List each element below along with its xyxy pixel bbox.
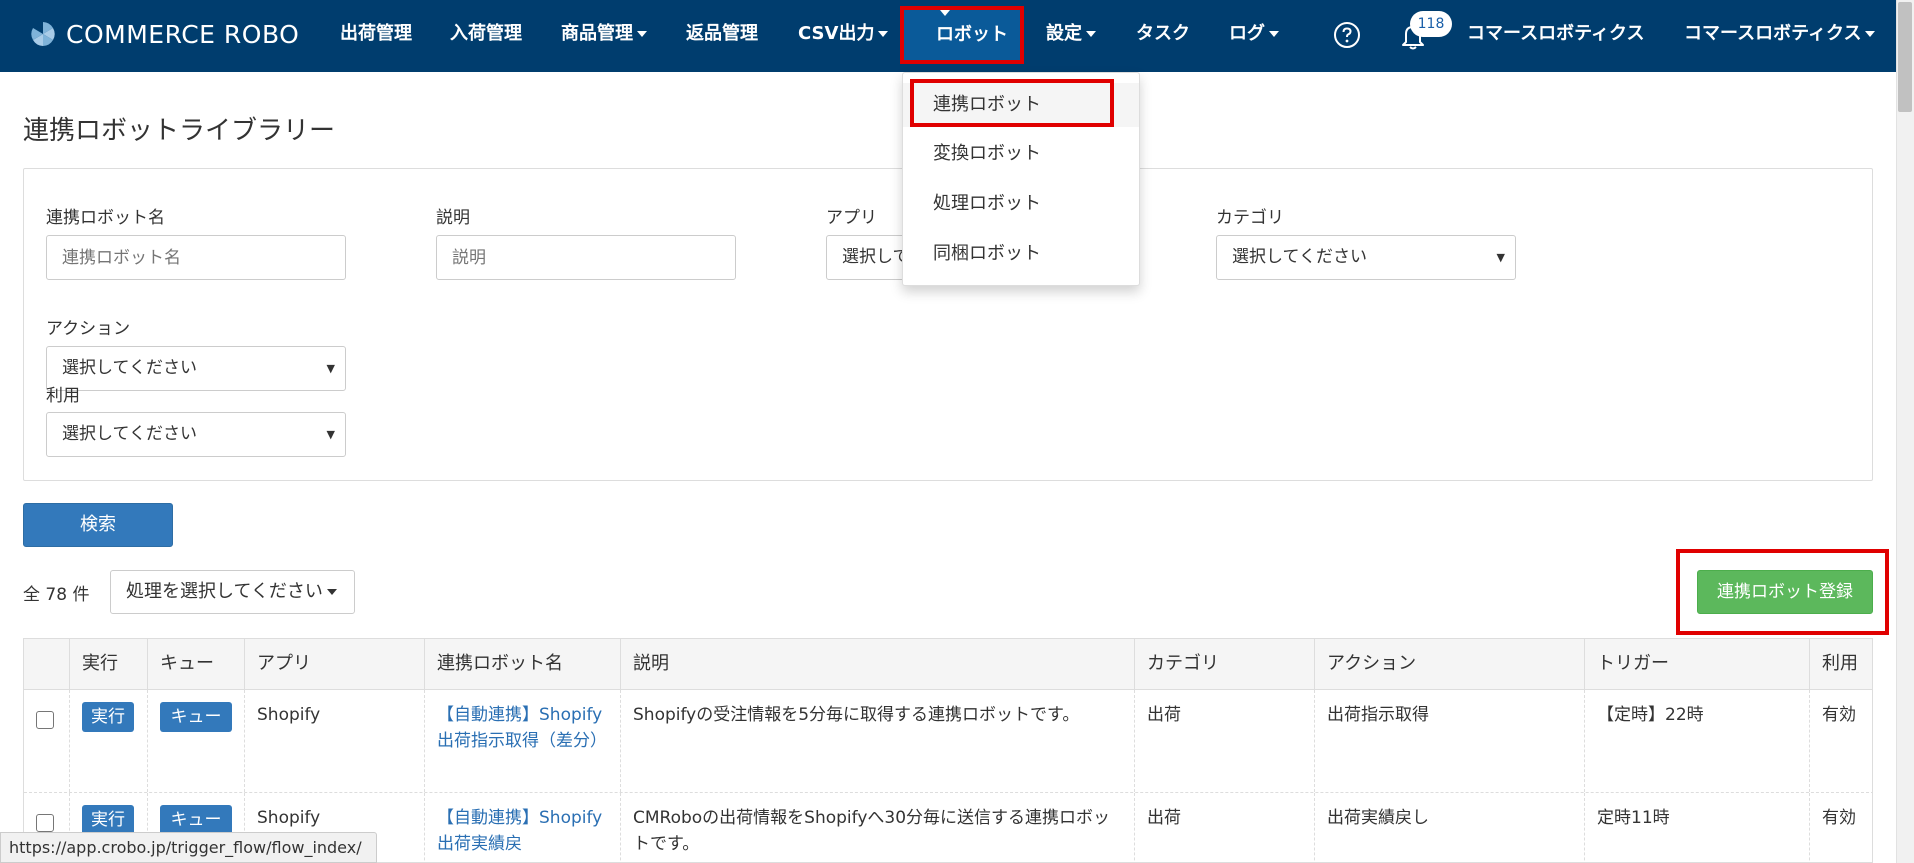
chevron-down-icon — [326, 589, 337, 595]
category-select[interactable]: 選択してください ▼ — [1216, 235, 1516, 280]
logo-text: COMMERCE ROBO — [66, 19, 300, 49]
filter-action-label: アクション — [46, 319, 131, 339]
robot-name-input[interactable] — [46, 235, 346, 280]
header-trigger: トリガー — [1584, 639, 1809, 690]
cell-usage: 有効 — [1809, 690, 1872, 792]
robot-name-link[interactable]: 【自動連携】Shopify 出荷指示取得（差分） — [437, 705, 607, 751]
logo[interactable]: COMMERCE ROBO — [28, 14, 299, 54]
chevron-down-icon — [1269, 31, 1279, 37]
notification-badge[interactable]: 118 — [1410, 11, 1452, 37]
row-checkbox[interactable] — [36, 814, 54, 832]
filter-category-label: カテゴリ — [1216, 208, 1284, 228]
chevron-down-icon — [1865, 31, 1876, 37]
page-title: 連携ロボットライブラリー — [23, 116, 336, 146]
highlight-outline — [910, 79, 1114, 127]
cell-category: 出荷 — [1134, 690, 1314, 792]
scrollbar-thumb[interactable] — [1898, 2, 1912, 112]
select-arrow-icon: ▼ — [1496, 251, 1505, 264]
usage-select[interactable]: 選択してください ▼ — [46, 412, 346, 457]
menu-item-bundle-robot[interactable]: 同梱ロボット — [903, 232, 1139, 276]
run-button[interactable]: 実行 — [82, 805, 134, 835]
top-navbar: COMMERCE ROBO 出荷管理 入荷管理 商品管理 返品管理 CSV出力 … — [0, 0, 1896, 72]
cell-category: 出荷 — [1134, 793, 1314, 862]
nav-item-logs[interactable]: ログ — [1229, 0, 1279, 72]
filter-description-label: 説明 — [436, 208, 470, 228]
nav-item-tasks[interactable]: タスク — [1136, 0, 1190, 72]
queue-button[interactable]: キュー — [160, 805, 232, 835]
cell-action: 出荷実績戻し — [1314, 793, 1584, 862]
run-button[interactable]: 実行 — [82, 702, 134, 732]
header-app: アプリ — [244, 639, 424, 690]
cell-trigger: 定時11時 — [1584, 793, 1809, 862]
cell-usage: 有効 — [1809, 793, 1872, 862]
result-count: 全 78 件 — [23, 585, 90, 605]
table-header: 実行 キュー アプリ 連携ロボット名 説明 カテゴリ アクション トリガー 利用 — [24, 639, 1872, 690]
robot-name-link[interactable]: 【自動連携】Shopify 出荷実績戻 — [437, 808, 602, 854]
header-category: カテゴリ — [1134, 639, 1314, 690]
menu-item-conversion-robot[interactable]: 変換ロボット — [903, 132, 1139, 176]
header-exec: 実行 — [69, 639, 147, 690]
search-button[interactable]: 検索 — [23, 503, 173, 547]
header-robot-name: 連携ロボット名 — [424, 639, 620, 690]
page-scrollbar[interactable] — [1896, 0, 1914, 863]
status-url: https://app.crobo.jp/trigger_flow/flow_i… — [0, 832, 377, 863]
logo-pinwheel-icon — [31, 22, 55, 46]
cell-app: Shopify — [244, 690, 424, 792]
nav-item-products[interactable]: 商品管理 — [561, 0, 647, 72]
filter-name-label: 連携ロボット名 — [46, 208, 165, 228]
description-input[interactable] — [436, 235, 736, 280]
bulk-action-select[interactable]: 処理を選択してください — [110, 570, 355, 614]
queue-button[interactable]: キュー — [160, 702, 232, 732]
nav-item-robot[interactable]: ロボット — [900, 6, 1024, 64]
nav-item-returns[interactable]: 返品管理 — [686, 0, 758, 72]
chevron-down-icon — [940, 10, 950, 16]
company-name[interactable]: コマースロボティクス — [1467, 0, 1644, 72]
chevron-down-icon — [878, 31, 889, 37]
select-arrow-icon: ▼ — [326, 362, 335, 375]
header-description: 説明 — [620, 639, 1134, 690]
cell-action: 出荷指示取得 — [1314, 690, 1584, 792]
cell-description: Shopifyの受注情報を5分毎に取得する連携ロボットです。 — [620, 690, 1134, 792]
table-row: 実行 キュー Shopify 【自動連携】Shopify 出荷指示取得（差分） … — [24, 690, 1872, 793]
header-usage: 利用 — [1809, 639, 1872, 690]
filter-usage-label: 利用 — [46, 386, 80, 406]
menu-item-processing-robot[interactable]: 処理ロボット — [903, 182, 1139, 226]
cell-description: CMRoboの出荷情報をShopifyへ30分毎に送信する連携ロボットです。 — [620, 793, 1134, 862]
nav-item-shipping[interactable]: 出荷管理 — [340, 0, 412, 72]
cell-trigger: 【定時】22時 — [1584, 690, 1809, 792]
header-select — [24, 639, 69, 690]
chevron-down-icon — [1086, 31, 1096, 37]
help-icon[interactable] — [1333, 21, 1361, 49]
row-checkbox[interactable] — [36, 711, 54, 729]
header-queue: キュー — [147, 639, 244, 690]
chevron-down-icon — [637, 31, 647, 37]
select-arrow-icon: ▼ — [326, 428, 335, 441]
nav-item-csv-export[interactable]: CSV出力 — [798, 0, 889, 72]
header-action: アクション — [1314, 639, 1584, 690]
register-robot-button[interactable]: 連携ロボット登録 — [1697, 570, 1873, 614]
user-menu[interactable]: コマースロボティクス — [1684, 0, 1876, 72]
filter-app-label: アプリ — [826, 208, 877, 228]
action-select[interactable]: 選択してください ▼ — [46, 346, 346, 391]
nav-item-settings[interactable]: 設定 — [1046, 0, 1096, 72]
robot-table: 実行 キュー アプリ 連携ロボット名 説明 カテゴリ アクション トリガー 利用… — [23, 638, 1873, 863]
nav-item-receiving[interactable]: 入荷管理 — [450, 0, 522, 72]
